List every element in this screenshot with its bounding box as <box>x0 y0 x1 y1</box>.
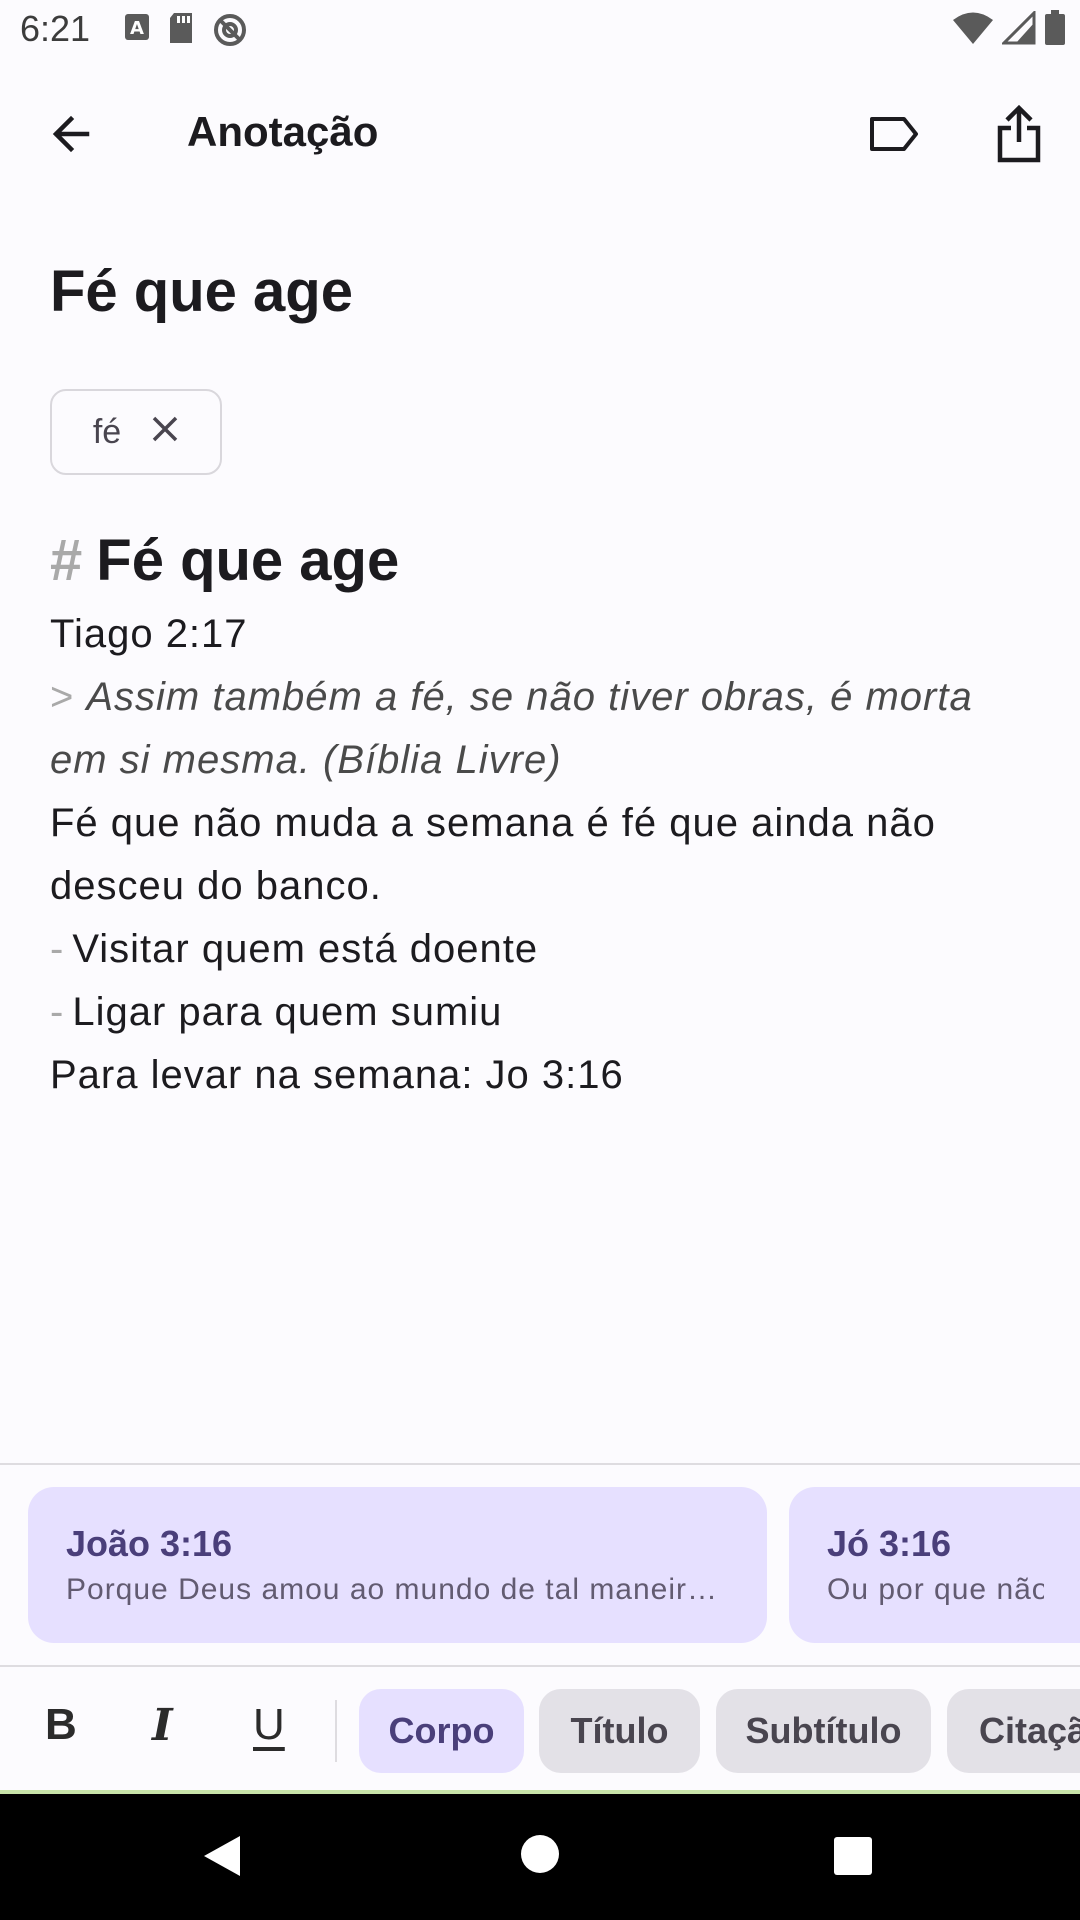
list-marker: - <box>50 927 65 971</box>
italic-button[interactable]: I <box>152 1700 173 1751</box>
status-bar: 6:21 A <box>0 0 1080 60</box>
style-chip-citacao[interactable]: Citação <box>947 1689 1080 1773</box>
back-button[interactable] <box>35 100 107 172</box>
label-icon <box>868 114 920 159</box>
signal-icon <box>1000 9 1036 50</box>
list-marker: - <box>50 990 65 1034</box>
tag-label: fé <box>92 412 122 451</box>
underline-button[interactable]: U <box>253 1700 285 1750</box>
list-item-text: Ligar para quem sumiu <box>72 990 503 1034</box>
status-icons-left: A <box>124 12 248 53</box>
no-sync-icon <box>212 12 248 53</box>
home-nav-icon[interactable] <box>520 1834 560 1879</box>
toolbar-separator <box>335 1700 337 1762</box>
sd-card-icon <box>168 12 194 53</box>
divider <box>0 1665 1080 1667</box>
list-item: - Ligar para quem sumiu <box>50 981 1040 1044</box>
tag-chip[interactable]: fé <box>50 389 222 475</box>
navigation-bar <box>0 1794 1080 1920</box>
back-arrow-icon <box>47 110 95 163</box>
quote-line-continued: em si mesma. (Bíblia Livre) <box>50 738 562 782</box>
verse-reference: Tiago 2:17 <box>50 612 248 656</box>
content-heading: # Fé que age <box>50 525 1040 597</box>
svg-text:A: A <box>130 18 144 39</box>
battery-icon <box>1044 10 1066 51</box>
bold-button[interactable]: B <box>45 1700 77 1750</box>
list-item: - Visitar quem está doente <box>50 918 1040 981</box>
note-title[interactable]: Fé que age <box>50 258 353 325</box>
divider <box>0 1463 1080 1465</box>
closing-line: Para levar na semana: Jo 3:16 <box>50 1053 624 1097</box>
verse-suggestion-title: Jó 3:16 <box>827 1523 952 1564</box>
text-a-icon: A <box>124 12 150 53</box>
heading-marker: # <box>50 528 83 593</box>
style-chip-titulo[interactable]: Título <box>539 1689 700 1773</box>
page-title: Anotação <box>187 108 379 155</box>
recents-nav-icon[interactable] <box>833 1836 873 1881</box>
style-chip-corpo[interactable]: Corpo <box>359 1689 524 1773</box>
close-icon[interactable] <box>151 413 179 452</box>
share-button[interactable] <box>983 96 1055 176</box>
back-nav-icon[interactable] <box>200 1832 244 1885</box>
wifi-icon <box>952 11 994 50</box>
verse-suggestion-text: Ou por que não fui <box>827 1573 1044 1606</box>
share-icon <box>995 104 1043 169</box>
verse-suggestion-title: João 3:16 <box>66 1523 233 1564</box>
list-item-text: Visitar quem está doente <box>72 927 539 971</box>
verse-suggestion-card[interactable]: João 3:16 Porque Deus amou ao mundo de t… <box>28 1487 767 1643</box>
quote-marker: > <box>50 675 75 719</box>
heading-text: Fé que age <box>96 528 400 593</box>
verse-suggestion-text: Porque Deus amou ao mundo de tal maneira… <box>66 1573 731 1606</box>
paragraph-line-continued: desceu do banco. <box>50 864 382 908</box>
status-time: 6:21 <box>20 8 91 49</box>
note-editor[interactable]: # Fé que age Tiago 2:17 > Assim também a f… <box>50 525 1040 1107</box>
quote-text: Assim também a fé, se não tiver obras, é… <box>86 675 973 719</box>
label-button[interactable] <box>858 100 930 172</box>
quote-line: > Assim também a fé, se não tiver obras, … <box>50 666 1040 729</box>
paragraph-line: Fé que não muda a semana é fé que ainda … <box>50 801 936 845</box>
verse-suggestion-card[interactable]: Jó 3:16 Ou por que não fui <box>789 1487 1080 1643</box>
status-icons-right <box>952 9 1066 51</box>
style-chip-subtitulo[interactable]: Subtítulo <box>716 1689 931 1773</box>
